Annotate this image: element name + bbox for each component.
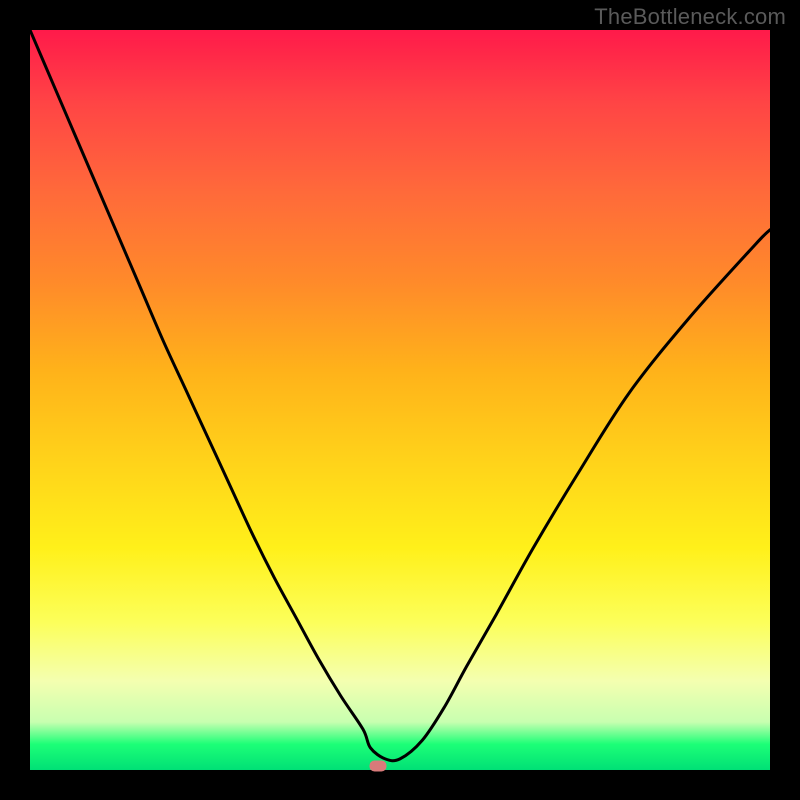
plot-area xyxy=(30,30,770,770)
chart-frame: TheBottleneck.com xyxy=(0,0,800,800)
bottleneck-curve xyxy=(30,30,770,770)
optimal-marker xyxy=(369,761,386,772)
watermark-text: TheBottleneck.com xyxy=(594,4,786,30)
